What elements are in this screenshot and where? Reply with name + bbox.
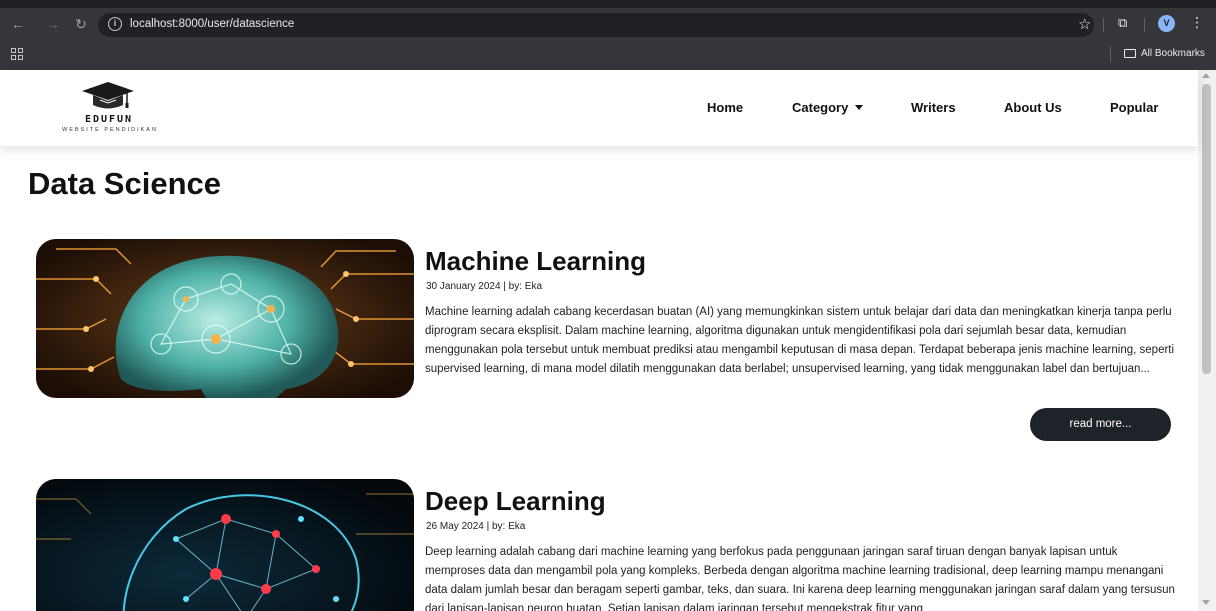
folder-icon[interactable] [1124, 49, 1136, 58]
nav-writers[interactable]: Writers [911, 100, 956, 115]
scroll-up-icon[interactable] [1202, 73, 1210, 78]
scroll-down-icon[interactable] [1202, 600, 1210, 605]
browser-tab-strip [0, 0, 1216, 8]
scrollbar-thumb[interactable] [1202, 84, 1211, 374]
page-title: Data Science [28, 166, 221, 201]
article-title[interactable]: Machine Learning [425, 246, 646, 277]
logo-wordmark: EDUFUN [84, 114, 134, 125]
profile-avatar-icon[interactable]: V [1158, 15, 1175, 32]
browser-menu-icon[interactable]: ⋮ [1190, 14, 1204, 31]
nav-category-label: Category [792, 100, 849, 115]
article-meta: 30 January 2024 | by: Eka [426, 281, 543, 292]
article-excerpt: Deep learning adalah cabang dari machine… [425, 546, 1175, 611]
extensions-icon[interactable]: ⧉ [1118, 15, 1127, 31]
logo-subtitle: WEBSITE PENDIDIKAN [62, 127, 158, 133]
all-bookmarks-link[interactable]: All Bookmarks [1141, 48, 1205, 59]
nav-about-us[interactable]: About Us [1004, 100, 1062, 115]
address-bar-url[interactable]: localhost:8000/user/datascience [130, 18, 294, 30]
toolbar-divider [1103, 18, 1104, 32]
article-image-machine-learning[interactable] [36, 239, 414, 398]
read-more-button[interactable]: read more... [1030, 408, 1171, 441]
site-info-icon[interactable]: i [108, 17, 122, 31]
bookmarks-bar [0, 40, 1216, 70]
site-logo[interactable]: EDUFUN WEBSITE PENDIDIKAN [54, 78, 166, 140]
reload-icon[interactable]: ↻ [73, 16, 89, 32]
toolbar-divider [1144, 18, 1145, 32]
nav-popular[interactable]: Popular [1110, 100, 1158, 115]
article-title[interactable]: Deep Learning [425, 486, 606, 517]
article-image-deep-learning[interactable] [36, 479, 414, 611]
article-excerpt: Machine learning adalah cabang kecerdasa… [425, 306, 1175, 375]
bookmark-star-icon[interactable]: ☆ [1078, 15, 1091, 33]
article-meta: 26 May 2024 | by: Eka [426, 521, 526, 532]
forward-arrow-icon[interactable]: → [45, 16, 61, 32]
nav-category[interactable]: Category [792, 100, 864, 115]
site-header: EDUFUN WEBSITE PENDIDIKAN Home Category … [0, 70, 1198, 146]
bookmarks-divider [1110, 46, 1111, 62]
caret-down-icon [855, 105, 864, 111]
apps-grid-icon[interactable] [11, 48, 23, 60]
back-arrow-icon[interactable]: ← [10, 16, 26, 32]
graduation-cap-icon [82, 82, 134, 109]
browser-chrome: ← → ↻ i localhost:8000/user/datascience … [0, 0, 1216, 70]
page-scrollbar[interactable] [1198, 70, 1216, 611]
nav-home[interactable]: Home [707, 100, 743, 115]
